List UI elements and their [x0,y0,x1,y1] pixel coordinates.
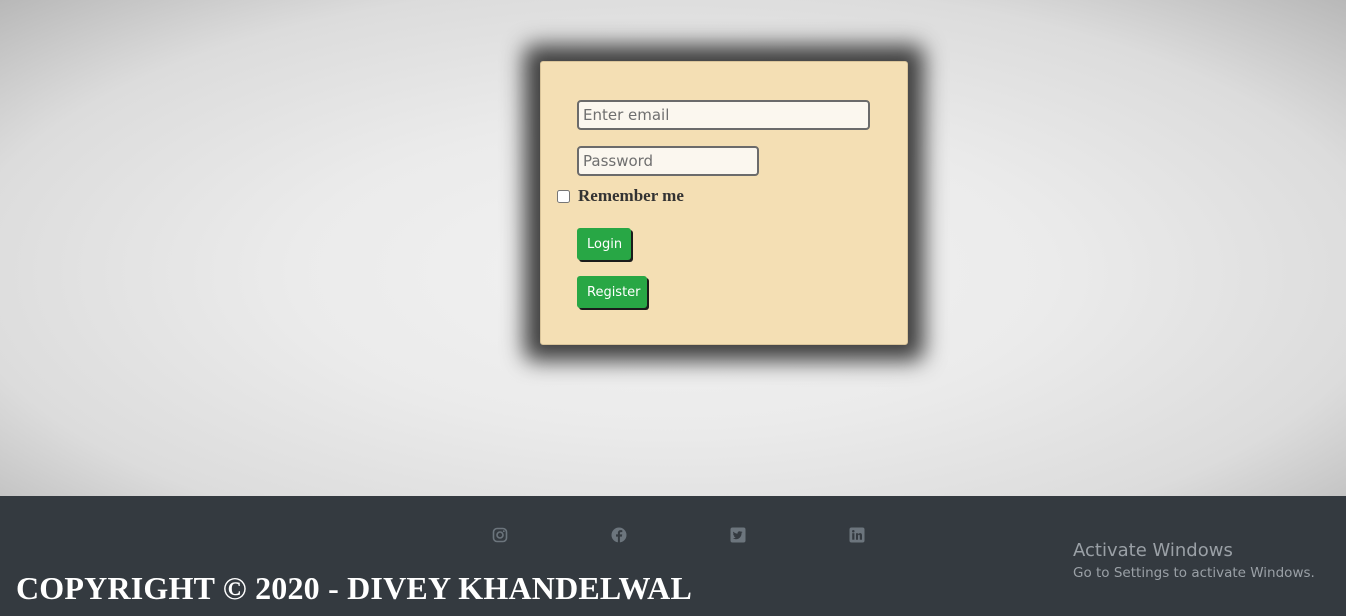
activate-windows-title: Activate Windows [1073,540,1233,561]
login-card: Remember me Login Register [540,61,908,345]
page: Remember me Login Register [0,0,1346,616]
activate-windows-watermark: Activate Windows Go to Settings to activ… [1073,540,1315,584]
footer: COPYRIGHT © 2020 - DIVEY KHANDELWAL Acti… [0,496,1346,616]
activate-windows-subtitle: Go to Settings to activate Windows. [1073,565,1315,581]
copyright-text: COPYRIGHT © 2020 - DIVEY KHANDELWAL [16,570,693,606]
facebook-icon[interactable] [611,527,627,543]
hero-background: Remember me Login Register [0,0,1346,496]
instagram-icon[interactable] [492,527,508,543]
login-button[interactable]: Login [577,228,631,260]
remember-me-checkbox[interactable] [557,189,570,203]
linkedin-icon[interactable] [849,527,865,543]
twitter-icon[interactable] [730,527,746,543]
password-input[interactable] [577,146,759,176]
remember-me-label[interactable]: Remember me [578,186,684,206]
remember-me-row: Remember me [557,186,684,206]
register-button[interactable]: Register [577,276,647,308]
email-input[interactable] [577,100,870,130]
